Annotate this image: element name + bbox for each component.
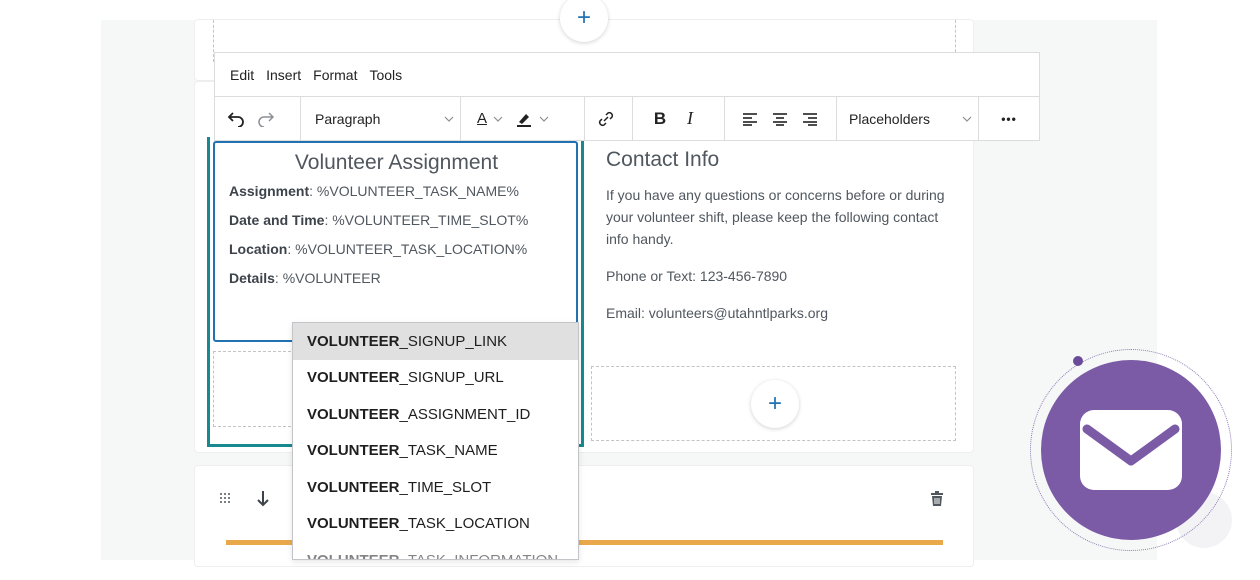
suffix-text: _SIGNUP_URL: [399, 369, 504, 387]
suffix-text: _TASK_INFORMATION: [400, 552, 559, 559]
undo-icon[interactable]: [221, 97, 251, 140]
row-value: : %VOLUNTEER: [274, 270, 381, 286]
text-color-icon[interactable]: A: [475, 97, 505, 140]
match-text: VOLUNTEER: [307, 369, 400, 387]
suffix-text: _ASSIGNMENT_ID: [399, 405, 531, 423]
details-row: Details: %VOLUNTEER: [229, 270, 564, 286]
placeholders-label: Placeholders: [849, 110, 930, 127]
history-group: [215, 97, 301, 140]
bold-button[interactable]: B: [645, 97, 675, 140]
match-text: VOLUNTEER: [307, 442, 400, 460]
match-text: VOLUNTEER: [307, 478, 400, 496]
left-column-empty-slot: [213, 351, 291, 427]
autocomplete-item[interactable]: VOLUNTEER_TASK_INFORMATION: [293, 542, 578, 559]
color-group: A: [461, 97, 585, 140]
block-format-label: Paragraph: [315, 110, 381, 127]
trash-icon[interactable]: [930, 491, 944, 507]
move-down-icon[interactable]: [255, 490, 271, 508]
text-style-group: B I: [633, 97, 725, 140]
autocomplete-item[interactable]: VOLUNTEER _ASSIGNMENT_ID: [293, 396, 578, 433]
row-value: : %VOLUNTEER_TASK_NAME%: [309, 183, 519, 199]
contact-phone: Phone or Text: 123-456-7890: [606, 268, 788, 284]
row-label: Assignment: [229, 183, 310, 199]
redo-icon[interactable]: [251, 97, 281, 140]
chevron-down-icon: [493, 116, 503, 122]
row-label: Details: [229, 270, 275, 286]
link-group: [585, 97, 633, 140]
suffix-text: _SIGNUP_LINK: [399, 332, 508, 350]
placeholders-select[interactable]: Placeholders: [837, 97, 979, 140]
menu-insert[interactable]: Insert: [266, 67, 301, 83]
alignment-group: [725, 97, 837, 140]
text-color-letter: A: [476, 110, 487, 127]
row-label: Location: [229, 241, 288, 257]
placeholder-autocomplete: VOLUNTEER _SIGNUP_LINK VOLUNTEER _SIGNUP_U…: [292, 322, 579, 560]
row-value: : %VOLUNTEER_TIME_SLOT%: [324, 212, 529, 228]
match-text: VOLUNTEER: [307, 332, 400, 350]
align-right-icon[interactable]: [795, 97, 825, 140]
suffix-text: _TIME_SLOT: [399, 478, 492, 496]
volunteer-assignment-block[interactable]: Volunteer Assignment Assignment: %VOLUNT…: [213, 141, 578, 342]
row-value: : %VOLUNTEER_TASK_LOCATION%: [287, 241, 528, 257]
editor-toolbar: Paragraph A B I Placeholders •••: [214, 96, 1040, 141]
mail-widget-dot: [1073, 356, 1083, 366]
autocomplete-item[interactable]: VOLUNTEER _SIGNUP_URL: [293, 360, 578, 397]
drag-handle-icon[interactable]: [219, 491, 233, 505]
contact-email: Email: volunteers@utahntlparks.org: [606, 305, 828, 321]
suffix-text: _TASK_NAME: [399, 442, 498, 460]
add-block-button-right[interactable]: +: [751, 380, 799, 428]
chevron-down-icon: [539, 116, 549, 122]
menu-edit[interactable]: Edit: [230, 67, 254, 83]
contact-intro: If you have any questions or concerns be…: [606, 187, 945, 247]
autocomplete-item[interactable]: VOLUNTEER _TASK_LOCATION: [293, 506, 578, 543]
suffix-text: _TASK_LOCATION: [399, 515, 530, 533]
more-button[interactable]: •••: [979, 97, 1039, 140]
match-text: VOLUNTEER: [307, 405, 400, 423]
contact-title: Contact Info: [606, 148, 720, 171]
mail-icon: [1080, 410, 1182, 490]
autocomplete-item[interactable]: VOLUNTEER _SIGNUP_LINK: [293, 323, 578, 360]
date-time-row: Date and Time: %VOLUNTEER_TIME_SLOT%: [229, 212, 564, 228]
block-format-select[interactable]: Paragraph: [301, 97, 461, 140]
autocomplete-item[interactable]: VOLUNTEER _TASK_NAME: [293, 433, 578, 470]
location-row: Location: %VOLUNTEER_TASK_LOCATION%: [229, 241, 564, 257]
contact-info-block[interactable]: Contact Info If you have any questions o…: [606, 148, 956, 339]
mail-widget-button[interactable]: [1041, 360, 1221, 540]
align-left-icon[interactable]: [735, 97, 765, 140]
highlight-icon[interactable]: [515, 97, 549, 140]
autocomplete-item[interactable]: VOLUNTEER _TIME_SLOT: [293, 469, 578, 506]
align-center-icon[interactable]: [765, 97, 795, 140]
match-text: VOLUNTEER: [307, 515, 400, 533]
chevron-down-icon: [444, 116, 454, 122]
assignment-title: Volunteer Assignment: [294, 151, 499, 174]
italic-button[interactable]: I: [675, 97, 705, 140]
match-text: VOLUNTEER: [307, 552, 400, 559]
row-label: Date and Time: [229, 212, 325, 228]
email-editor-stage: + + Edit Insert Format Tools Paragraph A…: [0, 0, 1260, 580]
assignment-row: Assignment: %VOLUNTEER_TASK_NAME%: [229, 183, 564, 199]
chevron-down-icon: [962, 116, 972, 122]
link-icon[interactable]: [591, 97, 621, 140]
editor-menubar: Edit Insert Format Tools: [214, 52, 1040, 97]
menu-format[interactable]: Format: [313, 67, 357, 83]
menu-tools[interactable]: Tools: [369, 67, 402, 83]
